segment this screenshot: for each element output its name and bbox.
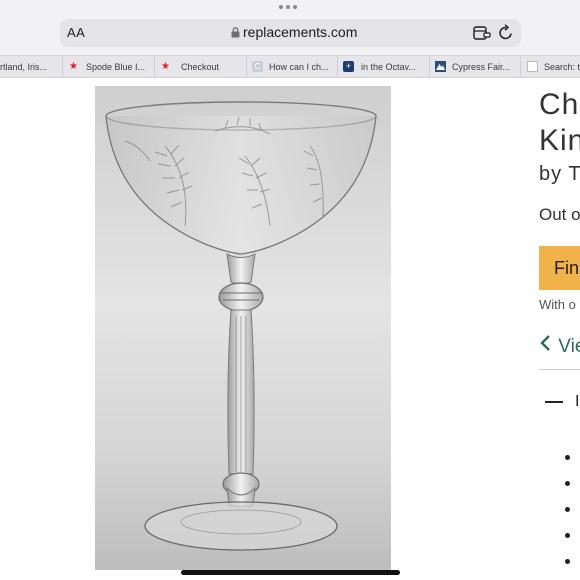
product-title-line-2: Kin <box>539 124 580 157</box>
view-link[interactable]: Vie <box>539 334 580 358</box>
tab-item[interactable]: Search: t <box>521 56 580 78</box>
reload-icon[interactable] <box>498 24 514 41</box>
text-size-button[interactable]: AA <box>67 25 85 40</box>
home-indicator[interactable] <box>181 570 400 575</box>
tab-item[interactable]: C How can I ch... <box>247 56 338 78</box>
crystal-glass-illustration <box>105 101 377 551</box>
tab-bar: rtland, Iris... ★ Spode Blue I... ★ Chec… <box>0 55 580 78</box>
list-bullet <box>565 481 570 486</box>
tab-item[interactable]: Cypress Fair... <box>430 56 521 78</box>
minus-collapse-icon[interactable] <box>545 401 563 403</box>
tab-label: Checkout <box>181 62 220 72</box>
page-favicon-icon <box>527 61 538 72</box>
url-text[interactable]: replacements.com <box>243 24 357 40</box>
view-link-label: Vie <box>558 336 580 357</box>
multitasking-dots-icon[interactable] <box>279 5 297 9</box>
tab-extension-icon[interactable] <box>473 25 491 41</box>
cross-favicon-icon: + <box>343 61 354 72</box>
tab-label: in the Octav... <box>361 62 416 72</box>
helper-text: With o <box>539 297 576 312</box>
red-star-icon: ★ <box>69 61 78 72</box>
find-button[interactable]: Fin <box>539 246 580 290</box>
tab-label: Search: t <box>544 62 580 72</box>
mountain-favicon-icon <box>435 61 446 72</box>
tab-label: rtland, Iris... <box>0 62 48 72</box>
tab-item[interactable]: rtland, Iris... <box>0 56 63 78</box>
product-image[interactable] <box>95 86 391 570</box>
red-star-icon: ★ <box>161 61 170 72</box>
tab-label: Spode Blue I... <box>86 62 146 72</box>
address-bar[interactable]: AA replacements.com <box>60 19 521 47</box>
c-favicon-icon: C <box>252 61 263 72</box>
browser-toolbar: AA replacements.com <box>0 0 580 55</box>
list-bullet <box>565 507 570 512</box>
list-bullet <box>565 559 570 564</box>
list-bullet <box>565 455 570 460</box>
tab-label: How can I ch... <box>269 62 329 72</box>
section-label[interactable]: I <box>575 393 579 411</box>
lock-icon <box>231 27 240 38</box>
section-divider <box>539 369 580 370</box>
manufacturer-byline[interactable]: by T <box>539 163 580 186</box>
stock-status: Out o <box>539 205 580 224</box>
tab-item[interactable]: ★ Checkout <box>155 56 247 78</box>
product-title-line-1: Ch <box>539 88 580 121</box>
tab-label: Cypress Fair... <box>452 62 511 72</box>
list-bullet <box>565 533 570 538</box>
tab-item[interactable]: ★ Spode Blue I... <box>63 56 155 78</box>
chevron-left-icon <box>540 335 550 351</box>
tab-item[interactable]: + in the Octav... <box>338 56 430 78</box>
